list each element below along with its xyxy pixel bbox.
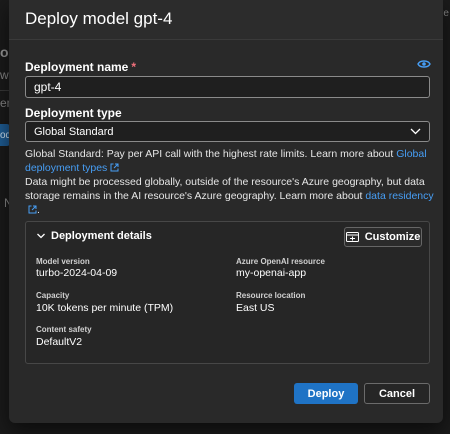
chevron-down-icon <box>410 128 421 135</box>
dialog-header: Deploy model gpt-4 <box>9 0 443 40</box>
resource-label: Azure OpenAI resource <box>236 257 325 266</box>
required-marker: * <box>131 60 137 74</box>
location-value: East US <box>236 302 275 314</box>
customize-icon <box>345 232 359 242</box>
deployment-name-label: Deployment name * <box>25 60 137 74</box>
deployment-details-panel: Deployment details Customize Model versi… <box>25 221 430 364</box>
deployment-name-input[interactable] <box>25 76 430 98</box>
customize-label: Customize <box>364 231 421 243</box>
cancel-button[interactable]: Cancel <box>364 383 430 404</box>
deployment-type-description: Global Standard: Pay per API call with t… <box>25 148 427 174</box>
capacity-label: Capacity <box>36 291 70 300</box>
deployment-details-toggle[interactable]: Deployment details <box>36 230 152 242</box>
eye-icon[interactable] <box>417 58 431 70</box>
content-safety-value: DefaultV2 <box>36 336 83 348</box>
content-safety-label: Content safety <box>36 325 92 334</box>
deployment-type-label: Deployment type <box>25 106 122 120</box>
location-label: Resource location <box>236 291 306 300</box>
dialog-title: Deploy model gpt-4 <box>25 9 173 28</box>
deployment-type-value: Global Standard <box>34 125 114 138</box>
deploy-model-dialog: Deploy model gpt-4 Deployment name* Depl… <box>9 0 443 423</box>
data-residency-description: Data might be processed globally, outsid… <box>25 176 434 216</box>
model-version-value: turbo-2024-04-09 <box>36 267 118 279</box>
external-link-icon <box>28 205 37 214</box>
deploy-button[interactable]: Deploy <box>294 383 358 404</box>
capacity-value: 10K tokens per minute (TPM) <box>36 302 174 314</box>
resource-value: my-openai-app <box>236 267 307 279</box>
customize-button[interactable]: Customize <box>344 227 422 247</box>
deployment-details-title: Deployment details <box>51 230 152 242</box>
chevron-down-icon <box>37 233 45 239</box>
model-version-label: Model version <box>36 257 90 266</box>
deployment-type-select[interactable]: Global Standard <box>25 121 430 142</box>
external-link-icon <box>110 163 119 172</box>
data-residency-link[interactable]: data residency <box>365 190 433 202</box>
